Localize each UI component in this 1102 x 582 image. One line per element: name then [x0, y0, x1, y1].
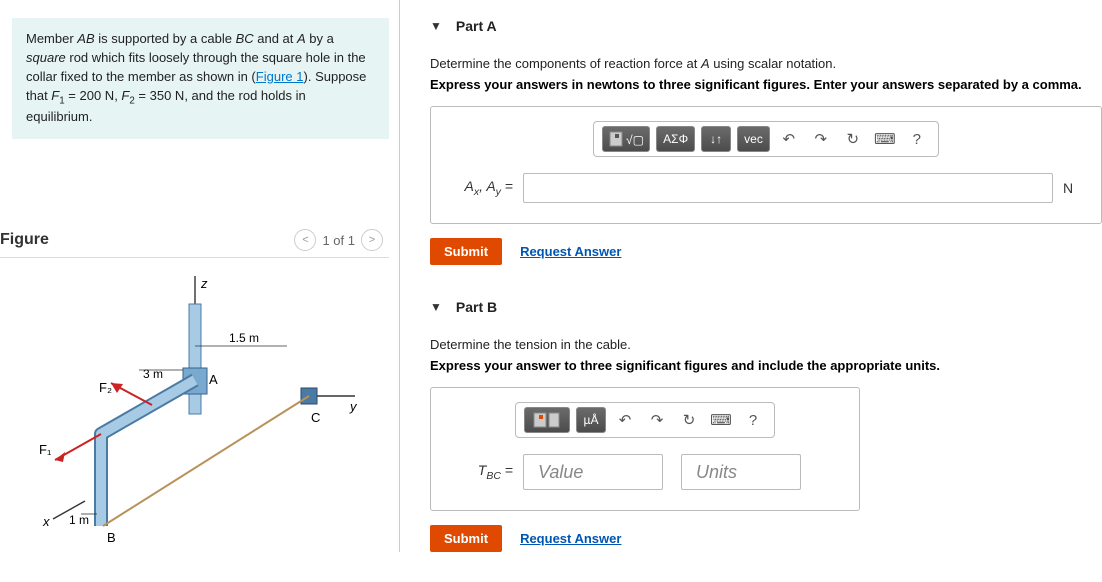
- keyboard-icon[interactable]: ⌨: [708, 407, 734, 433]
- partA-title: Part A: [456, 18, 497, 34]
- help-icon[interactable]: ?: [740, 407, 766, 433]
- svg-text:√▢: √▢: [626, 133, 643, 147]
- partB-submit-button[interactable]: Submit: [430, 525, 502, 552]
- keyboard-icon[interactable]: ⌨: [872, 126, 898, 152]
- subscript-button[interactable]: ↓↑: [701, 126, 731, 152]
- partA-instruction: Express your answers in newtons to three…: [430, 77, 1102, 92]
- redo-icon[interactable]: ↷: [808, 126, 834, 152]
- help-icon[interactable]: ?: [904, 126, 930, 152]
- axis-y-label: y: [349, 399, 358, 414]
- dim-3m: 3 m: [143, 367, 163, 381]
- undo-icon[interactable]: ↶: [776, 126, 802, 152]
- partB-eq-label: TBC =: [449, 462, 513, 482]
- label-F1: F₁: [39, 442, 52, 457]
- undo-icon[interactable]: ↶: [612, 407, 638, 433]
- redo-icon[interactable]: ↷: [644, 407, 670, 433]
- figure-link[interactable]: Figure 1: [256, 69, 304, 84]
- figure-next-button[interactable]: >: [361, 229, 383, 251]
- partA-prompt: Determine the components of reaction for…: [430, 56, 1102, 71]
- partB-units-input[interactable]: Units: [681, 454, 801, 490]
- partB-collapse-icon[interactable]: ▼: [430, 300, 442, 314]
- label-A: A: [209, 372, 218, 387]
- partB-title: Part B: [456, 299, 497, 315]
- problem-statement: Member AB is supported by a cable BC and…: [12, 18, 389, 139]
- figure-counter: 1 of 1: [322, 233, 355, 248]
- partB-instruction: Express your answer to three significant…: [430, 358, 1102, 373]
- figure-diagram: z y x A B: [0, 276, 389, 546]
- units-symbol-button[interactable]: µÅ: [576, 407, 606, 433]
- partB-request-answer-link[interactable]: Request Answer: [520, 531, 621, 546]
- partA-toolbar: √▢ ΑΣΦ ↓↑ vec ↶ ↷ ↻ ⌨ ?: [593, 121, 939, 157]
- partB-toolbar: µÅ ↶ ↷ ↻ ⌨ ?: [515, 402, 775, 438]
- label-C: C: [311, 410, 320, 425]
- reset-icon[interactable]: ↻: [840, 126, 866, 152]
- partB-answer-box: µÅ ↶ ↷ ↻ ⌨ ? TBC = Value Units: [430, 387, 860, 511]
- partA-answer-input[interactable]: [523, 173, 1053, 203]
- figure-prev-button[interactable]: <: [294, 229, 316, 251]
- dim-1_5m: 1.5 m: [229, 331, 259, 345]
- partA-answer-box: √▢ ΑΣΦ ↓↑ vec ↶ ↷ ↻ ⌨ ? Ax, Ay = N: [430, 106, 1102, 224]
- partA-request-answer-link[interactable]: Request Answer: [520, 244, 621, 259]
- axis-z-label: z: [200, 276, 208, 291]
- partB-value-input[interactable]: Value: [523, 454, 663, 490]
- reset-icon[interactable]: ↻: [676, 407, 702, 433]
- partA-submit-button[interactable]: Submit: [430, 238, 502, 265]
- partB-prompt: Determine the tension in the cable.: [430, 337, 1102, 352]
- axis-x-label: x: [42, 514, 50, 529]
- label-B: B: [107, 530, 116, 545]
- partA-eq-label: Ax, Ay =: [449, 178, 513, 198]
- greek-button[interactable]: ΑΣΦ: [656, 126, 695, 152]
- partA-unit-label: N: [1063, 180, 1083, 196]
- partA-collapse-icon[interactable]: ▼: [430, 19, 442, 33]
- vec-button[interactable]: vec: [737, 126, 770, 152]
- templates-button[interactable]: √▢: [602, 126, 650, 152]
- label-F2: F₂: [99, 380, 112, 395]
- figure-title: Figure: [0, 231, 49, 249]
- templates-button[interactable]: [524, 407, 570, 433]
- dim-1m: 1 m: [69, 513, 89, 527]
